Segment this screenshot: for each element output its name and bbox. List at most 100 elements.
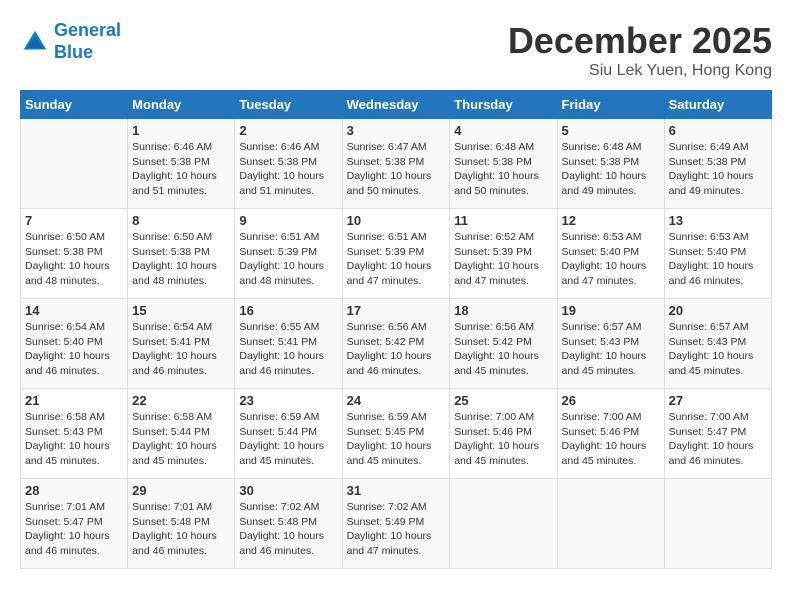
calendar-cell bbox=[664, 479, 771, 569]
calendar-cell: 19Sunrise: 6:57 AM Sunset: 5:43 PM Dayli… bbox=[557, 299, 664, 389]
day-number: 9 bbox=[239, 213, 337, 228]
day-number: 25 bbox=[454, 393, 552, 408]
day-info: Sunrise: 6:58 AM Sunset: 5:43 PM Dayligh… bbox=[25, 410, 123, 469]
day-info: Sunrise: 6:54 AM Sunset: 5:40 PM Dayligh… bbox=[25, 320, 123, 379]
day-number: 10 bbox=[347, 213, 446, 228]
day-number: 3 bbox=[347, 123, 446, 138]
weekday-header: Saturday bbox=[664, 91, 771, 119]
calendar-cell: 24Sunrise: 6:59 AM Sunset: 5:45 PM Dayli… bbox=[342, 389, 450, 479]
calendar-week-row: 7 Sunrise: 6:50 AM Sunset: 5:38 PM Daylig… bbox=[21, 209, 772, 299]
calendar-week-row: 28Sunrise: 7:01 AM Sunset: 5:47 PM Dayli… bbox=[21, 479, 772, 569]
day-number: 16 bbox=[239, 303, 337, 318]
calendar-cell: 4 Sunrise: 6:48 AM Sunset: 5:38 PM Daylig… bbox=[450, 119, 557, 209]
day-info: Sunrise: 6:56 AM Sunset: 5:42 PM Dayligh… bbox=[454, 320, 552, 379]
calendar-cell: 3Sunrise: 6:47 AM Sunset: 5:38 PM Daylig… bbox=[342, 119, 450, 209]
logo-icon bbox=[20, 27, 50, 57]
calendar-week-row: 1 Sunrise: 6:46 AM Sunset: 5:38 PM Daylig… bbox=[21, 119, 772, 209]
day-info: Sunrise: 6:57 AM Sunset: 5:43 PM Dayligh… bbox=[669, 320, 767, 379]
weekday-header: Friday bbox=[557, 91, 664, 119]
calendar-cell: 22 Sunrise: 6:58 AM Sunset: 5:44 PM Dayli… bbox=[128, 389, 235, 479]
day-info: Sunrise: 6:46 AM Sunset: 5:38 PM Dayligh… bbox=[132, 140, 230, 199]
calendar-cell: 27 Sunrise: 7:00 AM Sunset: 5:47 PM Dayli… bbox=[664, 389, 771, 479]
day-number: 7 bbox=[25, 213, 123, 228]
day-info: Sunrise: 7:00 AM Sunset: 5:47 PM Dayligh… bbox=[669, 410, 767, 469]
page-header: General Blue December 2025 Siu Lek Yuen,… bbox=[20, 20, 772, 80]
day-number: 24 bbox=[347, 393, 446, 408]
day-number: 29 bbox=[132, 483, 230, 498]
day-number: 12 bbox=[562, 213, 660, 228]
day-number: 22 bbox=[132, 393, 230, 408]
calendar-cell: 7 Sunrise: 6:50 AM Sunset: 5:38 PM Daylig… bbox=[21, 209, 128, 299]
weekday-header: Tuesday bbox=[235, 91, 342, 119]
calendar-cell: 20 Sunrise: 6:57 AM Sunset: 5:43 PM Dayli… bbox=[664, 299, 771, 389]
calendar-header: SundayMondayTuesdayWednesdayThursdayFrid… bbox=[21, 91, 772, 119]
weekday-header: Monday bbox=[128, 91, 235, 119]
day-info: Sunrise: 7:01 AM Sunset: 5:47 PM Dayligh… bbox=[25, 500, 123, 559]
day-number: 30 bbox=[239, 483, 337, 498]
day-number: 2 bbox=[239, 123, 337, 138]
day-info: Sunrise: 6:50 AM Sunset: 5:38 PM Dayligh… bbox=[25, 230, 123, 289]
day-number: 11 bbox=[454, 213, 552, 228]
weekday-header: Thursday bbox=[450, 91, 557, 119]
day-info: Sunrise: 6:58 AM Sunset: 5:44 PM Dayligh… bbox=[132, 410, 230, 469]
calendar-cell: 31Sunrise: 7:02 AM Sunset: 5:49 PM Dayli… bbox=[342, 479, 450, 569]
logo-line2: Blue bbox=[54, 42, 93, 62]
day-number: 15 bbox=[132, 303, 230, 318]
day-number: 23 bbox=[239, 393, 337, 408]
calendar-cell: 17Sunrise: 6:56 AM Sunset: 5:42 PM Dayli… bbox=[342, 299, 450, 389]
day-info: Sunrise: 6:53 AM Sunset: 5:40 PM Dayligh… bbox=[669, 230, 767, 289]
calendar-cell: 6 Sunrise: 6:49 AM Sunset: 5:38 PM Daylig… bbox=[664, 119, 771, 209]
day-info: Sunrise: 6:46 AM Sunset: 5:38 PM Dayligh… bbox=[239, 140, 337, 199]
day-number: 8 bbox=[132, 213, 230, 228]
day-number: 6 bbox=[669, 123, 767, 138]
calendar-cell: 8 Sunrise: 6:50 AM Sunset: 5:38 PM Daylig… bbox=[128, 209, 235, 299]
day-number: 20 bbox=[669, 303, 767, 318]
day-info: Sunrise: 6:50 AM Sunset: 5:38 PM Dayligh… bbox=[132, 230, 230, 289]
calendar-cell bbox=[450, 479, 557, 569]
weekday-row: SundayMondayTuesdayWednesdayThursdayFrid… bbox=[21, 91, 772, 119]
weekday-header: Wednesday bbox=[342, 91, 450, 119]
calendar-table: SundayMondayTuesdayWednesdayThursdayFrid… bbox=[20, 90, 772, 569]
weekday-header: Sunday bbox=[21, 91, 128, 119]
calendar-cell: 15 Sunrise: 6:54 AM Sunset: 5:41 PM Dayli… bbox=[128, 299, 235, 389]
calendar-cell: 26 Sunrise: 7:00 AM Sunset: 5:46 PM Dayli… bbox=[557, 389, 664, 479]
day-info: Sunrise: 6:51 AM Sunset: 5:39 PM Dayligh… bbox=[239, 230, 337, 289]
day-number: 27 bbox=[669, 393, 767, 408]
calendar-week-row: 21 Sunrise: 6:58 AM Sunset: 5:43 PM Dayli… bbox=[21, 389, 772, 479]
calendar-body: 1 Sunrise: 6:46 AM Sunset: 5:38 PM Daylig… bbox=[21, 119, 772, 569]
day-info: Sunrise: 7:00 AM Sunset: 5:46 PM Dayligh… bbox=[454, 410, 552, 469]
month-title: December 2025 bbox=[508, 20, 772, 62]
day-info: Sunrise: 6:51 AM Sunset: 5:39 PM Dayligh… bbox=[347, 230, 446, 289]
logo-line1: General bbox=[54, 20, 121, 40]
day-number: 26 bbox=[562, 393, 660, 408]
day-info: Sunrise: 6:48 AM Sunset: 5:38 PM Dayligh… bbox=[562, 140, 660, 199]
calendar-cell: 5Sunrise: 6:48 AM Sunset: 5:38 PM Daylig… bbox=[557, 119, 664, 209]
day-info: Sunrise: 7:02 AM Sunset: 5:48 PM Dayligh… bbox=[239, 500, 337, 559]
calendar-cell: 29Sunrise: 7:01 AM Sunset: 5:48 PM Dayli… bbox=[128, 479, 235, 569]
calendar-cell: 10 Sunrise: 6:51 AM Sunset: 5:39 PM Dayli… bbox=[342, 209, 450, 299]
day-info: Sunrise: 6:53 AM Sunset: 5:40 PM Dayligh… bbox=[562, 230, 660, 289]
calendar-cell: 16 Sunrise: 6:55 AM Sunset: 5:41 PM Dayli… bbox=[235, 299, 342, 389]
day-number: 19 bbox=[562, 303, 660, 318]
calendar-cell: 1 Sunrise: 6:46 AM Sunset: 5:38 PM Daylig… bbox=[128, 119, 235, 209]
day-info: Sunrise: 6:52 AM Sunset: 5:39 PM Dayligh… bbox=[454, 230, 552, 289]
day-info: Sunrise: 7:00 AM Sunset: 5:46 PM Dayligh… bbox=[562, 410, 660, 469]
day-info: Sunrise: 6:54 AM Sunset: 5:41 PM Dayligh… bbox=[132, 320, 230, 379]
day-number: 4 bbox=[454, 123, 552, 138]
location: Siu Lek Yuen, Hong Kong bbox=[508, 62, 772, 80]
day-number: 1 bbox=[132, 123, 230, 138]
day-number: 13 bbox=[669, 213, 767, 228]
calendar-cell: 14Sunrise: 6:54 AM Sunset: 5:40 PM Dayli… bbox=[21, 299, 128, 389]
day-info: Sunrise: 6:48 AM Sunset: 5:38 PM Dayligh… bbox=[454, 140, 552, 199]
logo: General Blue bbox=[20, 20, 121, 63]
calendar-cell: 13 Sunrise: 6:53 AM Sunset: 5:40 PM Dayli… bbox=[664, 209, 771, 299]
day-number: 31 bbox=[347, 483, 446, 498]
calendar-cell: 9 Sunrise: 6:51 AM Sunset: 5:39 PM Daylig… bbox=[235, 209, 342, 299]
day-number: 18 bbox=[454, 303, 552, 318]
calendar-cell: 12 Sunrise: 6:53 AM Sunset: 5:40 PM Dayli… bbox=[557, 209, 664, 299]
day-info: Sunrise: 6:59 AM Sunset: 5:44 PM Dayligh… bbox=[239, 410, 337, 469]
day-info: Sunrise: 6:49 AM Sunset: 5:38 PM Dayligh… bbox=[669, 140, 767, 199]
day-info: Sunrise: 6:55 AM Sunset: 5:41 PM Dayligh… bbox=[239, 320, 337, 379]
calendar-cell bbox=[557, 479, 664, 569]
day-number: 21 bbox=[25, 393, 123, 408]
